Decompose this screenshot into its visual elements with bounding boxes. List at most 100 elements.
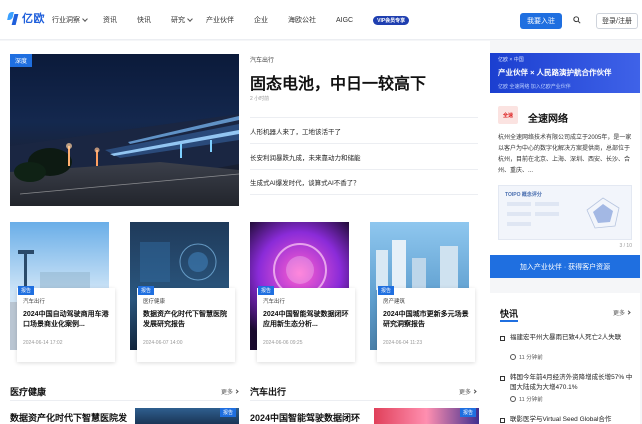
nav-item-companies[interactable]: 企业 (254, 15, 268, 25)
flash-more-link[interactable]: 更多 (613, 308, 631, 317)
report-card[interactable]: 医疗健康 数据资产化时代下智慧医院发展研究报告 2024-06-07 14:00… (130, 222, 242, 362)
section-item-badge: 报告 (220, 408, 237, 417)
banner-title: 产业伙伴 × 人民路演护航合作伙伴 (498, 68, 612, 77)
card-content: 汽车出行 2024中国自动驾驶商用车港口场景商业化案例... 2024-06-1… (17, 288, 115, 362)
headline-item[interactable]: 生成式AI爆发时代，谈算式AI不香了？ (250, 169, 478, 195)
chevron-right-icon (234, 389, 239, 394)
feature-category[interactable]: 汽车出行 (250, 55, 274, 64)
section-title-health[interactable]: 医疗健康 (10, 385, 46, 398)
search-icon[interactable] (573, 16, 581, 24)
time-label: 11 分钟前 (519, 355, 543, 361)
more-label: 更多 (459, 390, 472, 396)
card-title[interactable]: 2024中国智能驾驶数据闭环应用新生态分析... (263, 310, 349, 330)
title-underline (500, 320, 518, 322)
flash-item[interactable]: 福建宏平州大暴雨已致4人死亡2人失联 11 分钟前 (500, 333, 634, 369)
nav-label: 企业 (254, 17, 268, 24)
section-item-title[interactable]: 数据资产化时代下智慧医院发 (10, 411, 127, 424)
chevron-right-icon (472, 389, 477, 394)
nav-item-community[interactable]: 海欧公社 (288, 15, 316, 25)
clock-icon (510, 396, 516, 402)
hero-image[interactable]: 深度 (10, 54, 239, 206)
company-name[interactable]: 全速网络 (528, 110, 568, 125)
nav-label: 海欧公社 (288, 17, 316, 24)
company-logo[interactable]: 全速 (498, 106, 518, 124)
card-category: 医疗健康 (143, 299, 166, 305)
site-logo[interactable]: 亿欧 (8, 10, 45, 26)
hero-illustration (10, 114, 239, 206)
bullet-icon (500, 418, 505, 423)
flash-news-card: 快讯 更多 福建宏平州大暴雨已致4人死亡2人失联 11 分钟前 韩国今年前4月经… (490, 293, 640, 424)
nav-label: 资讯 (103, 17, 117, 24)
report-card[interactable]: 汽车出行 2024中国智能驾驶数据闭环应用新生态分析... 2024-06-06… (250, 222, 362, 362)
bullet-icon (500, 376, 505, 381)
login-button[interactable]: 登录/注册 (596, 13, 638, 29)
card-title[interactable]: 2024中国自动驾驶商用车港口场景商业化案例... (23, 310, 109, 330)
flash-item[interactable]: 联影医学与Virtual Seed Global合作 (500, 415, 634, 424)
pager: 3 / 10 (619, 243, 632, 249)
logo-text: 亿欧 (22, 13, 45, 25)
card-category: 汽车出行 (263, 299, 286, 305)
flash-item-text: 福建宏平州大暴雨已致4人死亡2人失联 (510, 334, 622, 341)
nav-item-news[interactable]: 资讯 (103, 15, 117, 25)
nav-item-industry[interactable]: 行业洞察 (52, 15, 88, 25)
banner-subtitle: 亿欧 全速网络 加入亿欧产业伙伴 (498, 84, 571, 90)
chevron-down-icon (82, 16, 88, 22)
company-score-chart: TOIPO 概念评分 (498, 185, 632, 240)
banner-small-text: 亿欧 × 中国 (498, 57, 524, 63)
nav-label: AIGC (336, 16, 354, 24)
flash-item-time: 11 分钟前 (510, 353, 543, 361)
partner-banner[interactable]: 亿欧 × 中国 产业伙伴 × 人民路演护航合作伙伴 亿欧 全速网络 加入亿欧产业… (490, 53, 640, 93)
report-cards: 汽车出行 2024中国自动驾驶商用车港口场景商业化案例... 2024-06-1… (10, 222, 480, 362)
flash-item-text: 联影医学与Virtual Seed Global合作 (510, 416, 612, 423)
section-more-auto[interactable]: 更多 (459, 387, 477, 396)
more-label: 更多 (221, 390, 234, 396)
flash-item-text: 韩国今年前4月经济外资降增成长增57% 中国大陆成为大增470.1% (510, 374, 633, 391)
section-more-health[interactable]: 更多 (221, 387, 239, 396)
chevron-right-icon (626, 310, 631, 315)
flash-title[interactable]: 快讯 (500, 307, 518, 320)
section-item-badge: 报告 (460, 408, 477, 417)
nav-label: 行业洞察 (52, 17, 80, 24)
hero-tag: 深度 (10, 54, 33, 67)
flash-item[interactable]: 韩国今年前4月经济外资降增成长增57% 中国大陆成为大增470.1% 11 分钟… (500, 373, 634, 409)
section-title-auto[interactable]: 汽车出行 (250, 385, 286, 398)
report-card[interactable]: 汽车出行 2024中国自动驾驶商用车港口场景商业化案例... 2024-06-1… (10, 222, 122, 362)
time-label: 11 分钟前 (519, 397, 543, 403)
clock-icon (510, 354, 516, 360)
card-badge: 报告 (378, 286, 395, 295)
nav-label: 研究 (171, 17, 185, 24)
join-partner-button[interactable]: 加入产业伙伴 · 获得客户资源 (490, 255, 640, 278)
nav-item-research[interactable]: 研究 (171, 15, 193, 25)
partner-card: 亿欧 × 中国 产业伙伴 × 人民路演护航合作伙伴 亿欧 全速网络 加入亿欧产业… (490, 53, 640, 278)
card-content: 医疗健康 数据资产化时代下智慧医院发展研究报告 2024-06-07 14:00 (137, 288, 235, 362)
headline-item[interactable]: 人形机器人来了，工地该活干了 (250, 117, 478, 143)
headline-list: 人形机器人来了，工地该活干了 长安利润暴跌九成，未来靠动力和储能 生成式AI爆发… (250, 117, 478, 195)
section-divider (250, 400, 479, 401)
card-time: 2024-06-07 14:00 (143, 340, 183, 346)
feature-time: 2 小时前 (250, 96, 270, 102)
card-badge: 报告 (18, 286, 35, 295)
card-title[interactable]: 2024中国城市更新多元场景研究洞察报告 (383, 310, 469, 330)
nav-label: 快讯 (137, 17, 151, 24)
vip-badge[interactable]: VIP会员专享 (373, 15, 410, 25)
nav-item-partners[interactable]: 产业伙伴 (206, 15, 234, 25)
nav-label: 产业伙伴 (206, 17, 234, 24)
nav-item-aigc[interactable]: AIGC (336, 17, 353, 24)
card-title[interactable]: 数据资产化时代下智慧医院发展研究报告 (143, 310, 229, 330)
radar-icon (507, 197, 620, 229)
card-content: 房产建筑 2024中国城市更新多元场景研究洞察报告 2024-06-04 11:… (377, 288, 475, 362)
headline-item[interactable]: 长安利润暴跌九成，未来靠动力和储能 (250, 143, 478, 169)
section-divider (10, 400, 239, 401)
feature-title[interactable]: 固态电池，中日一较高下 (250, 70, 426, 94)
report-card[interactable]: 房产建筑 2024中国城市更新多元场景研究洞察报告 2024-06-04 11:… (370, 222, 482, 362)
bullet-icon (500, 336, 505, 341)
company-description: 杭州全速网络技术有限公司成立于2005年，是一家以客户为中心的数字化解决方案提供… (498, 135, 632, 174)
card-time: 2024-06-04 11:23 (383, 340, 423, 346)
nav-item-flash[interactable]: 快讯 (137, 15, 151, 25)
section-item-title[interactable]: 2024中国智能驾驶数据闭环 (250, 411, 360, 424)
card-badge: 报告 (138, 286, 155, 295)
card-category: 汽车出行 (23, 299, 46, 305)
top-header: 亿欧 行业洞察 资讯 快讯 研究 产业伙伴 企业 海欧公社 AIGC VIP会员… (0, 0, 642, 40)
main-nav: 行业洞察 资讯 快讯 研究 产业伙伴 企业 海欧公社 AIGC VIP会员专享 (52, 14, 410, 26)
join-button[interactable]: 我要入驻 (520, 13, 562, 29)
